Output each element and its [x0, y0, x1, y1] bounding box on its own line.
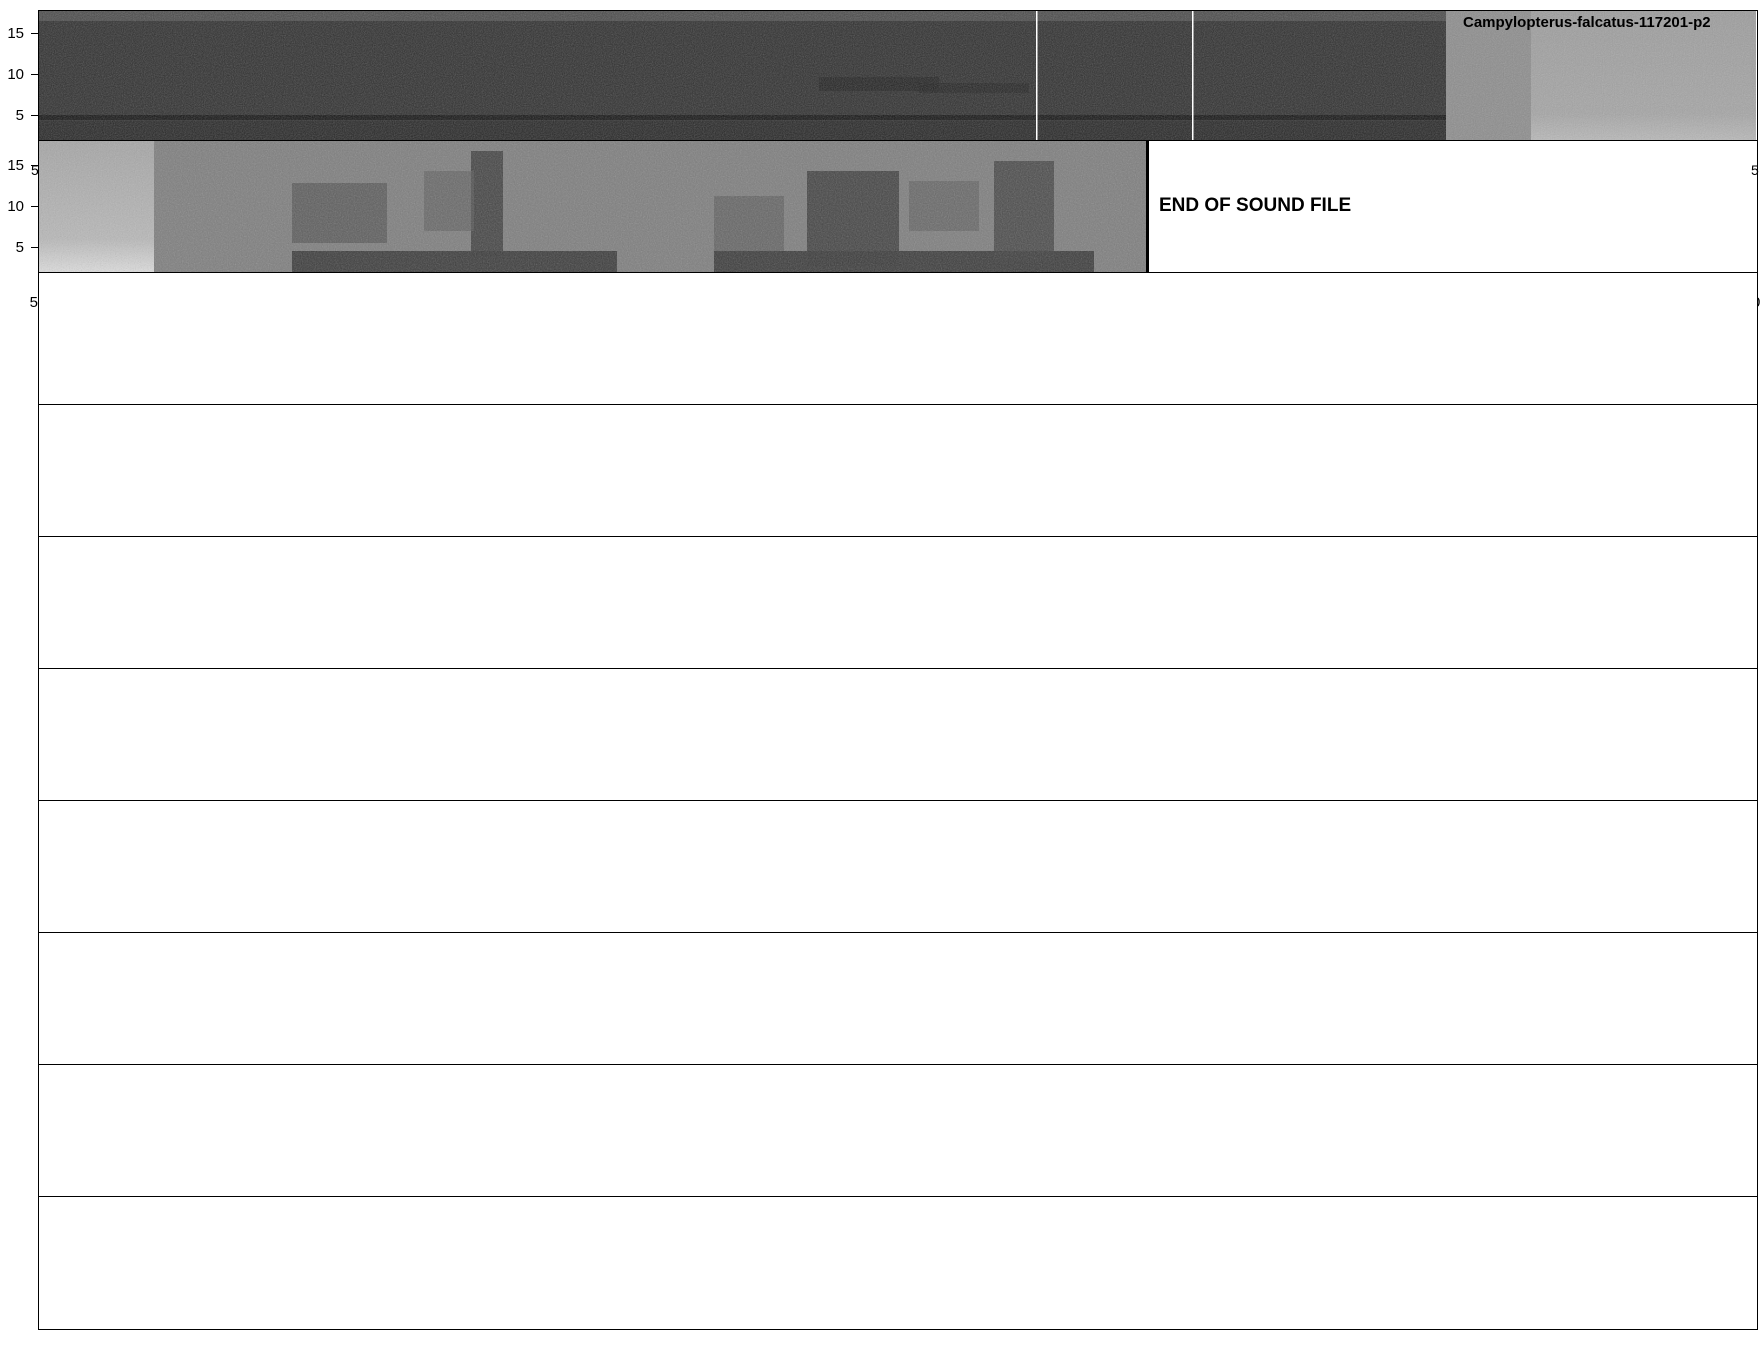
row1-y-tick-10: 10	[7, 66, 24, 83]
spectrogram-row-2: END OF SOUND FILE	[38, 140, 1758, 274]
empty-row-5	[38, 536, 1758, 670]
spectrogram-page: Campylopterus-falcatus-117201-p2 15 10 5	[0, 0, 1760, 1360]
empty-row-4	[38, 404, 1758, 538]
row1-y-tick-mark-15	[31, 33, 38, 34]
row2-y-tick-5: 5	[15, 239, 24, 256]
empty-row-3	[38, 272, 1758, 406]
empty-row-10	[38, 1196, 1758, 1330]
row2-y-tick-15: 15	[7, 157, 24, 174]
empty-row-6	[38, 668, 1758, 802]
empty-row-7	[38, 800, 1758, 934]
row1-y-tick-mark-10	[31, 74, 38, 75]
row1-y-tick-15: 15	[7, 25, 24, 42]
spectrogram-image-2	[39, 141, 1146, 272]
end-of-sound-file-label: END OF SOUND FILE	[1159, 195, 1352, 216]
empty-row-8	[38, 932, 1758, 1066]
spectrogram-row-1: Campylopterus-falcatus-117201-p2	[38, 10, 1758, 142]
row2-y-tick-mark-10	[31, 206, 38, 207]
row1-x-tick-right: 5	[1751, 162, 1759, 178]
row2-y-tick-mark-5	[31, 247, 38, 248]
end-of-file-separator	[1146, 141, 1149, 272]
empty-row-9	[38, 1064, 1758, 1198]
row2-y-tick-mark-15	[31, 165, 38, 166]
row2-y-tick-10: 10	[7, 198, 24, 215]
recording-title: Campylopterus-falcatus-117201-p2	[1463, 14, 1711, 31]
row1-y-tick-mark-5	[31, 115, 38, 116]
row1-y-tick-5: 5	[15, 107, 24, 124]
